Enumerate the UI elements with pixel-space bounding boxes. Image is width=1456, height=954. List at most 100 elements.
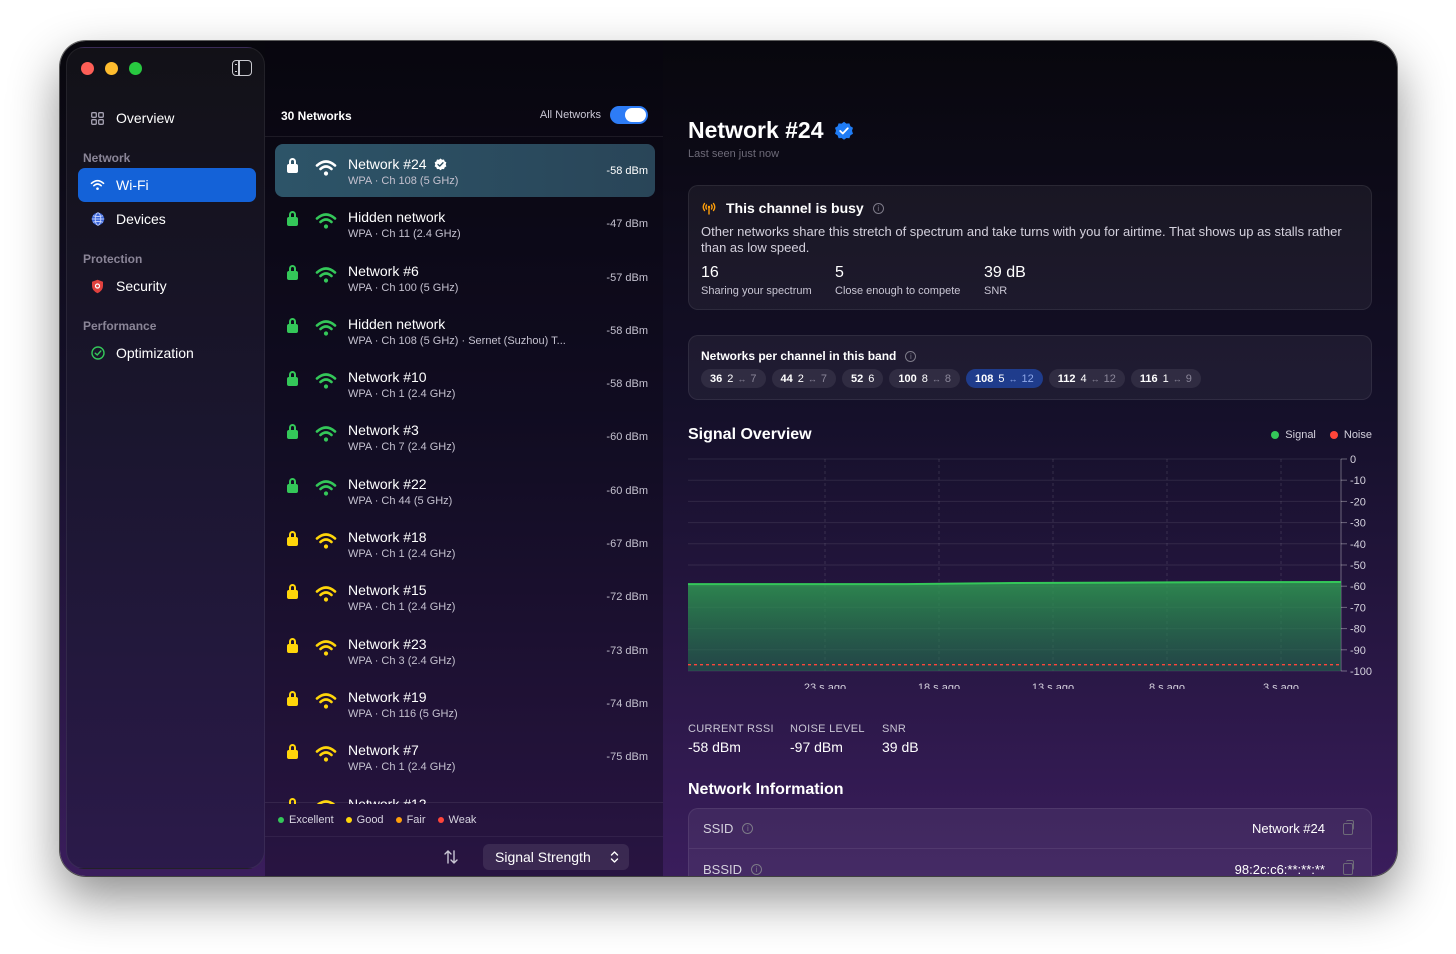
network-row[interactable]: Network #24 WPA · Ch 108 (5 GHz) -58 dBm: [275, 144, 655, 198]
network-name-text: Network #24: [348, 156, 427, 172]
legend-dot: [1271, 431, 1280, 439]
network-name-text: Network #10: [348, 369, 427, 386]
network-row[interactable]: Network #18 WPA · Ch 1 (2.4 GHz) -67 dBm: [275, 517, 655, 570]
sort-direction-icon[interactable]: [443, 849, 459, 865]
network-row[interactable]: Hidden network WPA · Ch 11 (2.4 GHz) -47 d…: [275, 197, 655, 250]
info-label: SSID: [703, 821, 734, 836]
grid-icon: [90, 111, 105, 126]
copy-icon[interactable]: [1343, 860, 1354, 875]
channel-number: 52: [851, 372, 864, 385]
network-row[interactable]: Network #15 WPA · Ch 1 (2.4 GHz) -72 dBm: [275, 570, 655, 623]
y-tick-label: 0: [1350, 454, 1356, 466]
network-name: Network #10: [348, 369, 427, 385]
network-signal-dbm: -58 dBm: [606, 378, 648, 391]
sidebar-item-devices[interactable]: Devices: [78, 202, 256, 236]
copy-icon[interactable]: [1343, 819, 1354, 835]
sidebar-item-security[interactable]: Security: [78, 269, 256, 303]
sidebar-item-label: Devices: [116, 211, 166, 227]
channel-chip[interactable]: 112 4 ↔ 12: [1048, 369, 1125, 388]
network-row[interactable]: Hidden network WPA · Ch 108 (5 GHz) · Ser…: [275, 304, 655, 357]
network-name: Network #15: [348, 582, 427, 598]
network-row[interactable]: Network #23 WPA · Ch 3 (2.4 GHz) -73 dBm: [275, 624, 655, 677]
stat-snr: 39 dB SNR: [984, 264, 1026, 297]
sidebar: Overview Network Wi-Fi Devices Protectio…: [66, 47, 265, 869]
lock-icon: [287, 211, 298, 227]
y-tick-label: -70: [1350, 602, 1366, 614]
wifi-signal-icon: [315, 213, 337, 229]
channel-chip[interactable]: 100 8 ↔ 8: [889, 369, 960, 388]
busy-header: This channel is busy i: [701, 200, 884, 216]
network-detail-pane: Network #24 Last seen just now This chan…: [663, 41, 1397, 876]
verified-badge-icon: [434, 158, 446, 170]
channel-chips: 36 2 ↔ 7 44 2 ↔ 7 52 6 100 8 ↔ 8 108 5 ↔ 12 112 4 ↔ 12 116 1 ↔ 9: [701, 369, 1207, 388]
minimize-window-button[interactable]: [105, 62, 118, 75]
lock-icon: [287, 531, 298, 547]
y-tick-label: -100: [1350, 666, 1372, 678]
metric-snr: SNR 39 dB: [882, 723, 919, 755]
stat-label: Close enough to compete: [835, 285, 961, 297]
info-row-ssid: SSID i Network #24: [689, 809, 1371, 849]
range-arrow-icon: ↔: [1008, 373, 1018, 384]
wifi-signal-icon: [315, 426, 337, 443]
sidebar-item-label: Security: [116, 278, 167, 294]
network-signal-dbm: -67 dBm: [606, 538, 648, 551]
metric-label: NOISE LEVEL: [790, 723, 865, 735]
chevron-updown-icon: [610, 851, 619, 863]
network-signal-dbm: -74 dBm: [606, 697, 648, 710]
network-row[interactable]: Network #7 WPA · Ch 1 (2.4 GHz) -75 dBm: [275, 730, 655, 783]
lock-icon: [287, 371, 298, 387]
sidebar-item-overview[interactable]: Overview: [78, 101, 256, 135]
info-icon[interactable]: i: [872, 202, 884, 214]
sidebar-item-optimization[interactable]: Optimization: [78, 336, 256, 370]
network-name: Network #3: [348, 422, 419, 438]
legend-item-fair: Fair: [395, 814, 426, 826]
channel-chip[interactable]: 36 2 ↔ 7: [701, 369, 766, 388]
chart-legend: Signal Noise: [1257, 429, 1372, 441]
legend-dot: [1329, 431, 1338, 439]
network-row[interactable]: Network #10 WPA · Ch 1 (2.4 GHz) -58 dBm: [275, 357, 655, 410]
wifi-icon: [90, 178, 105, 193]
channel-number: 44: [780, 372, 793, 385]
close-window-button[interactable]: [81, 62, 94, 75]
network-details: WPA · Ch 1 (2.4 GHz): [348, 761, 456, 774]
x-tick-label: 8 s ago: [1149, 682, 1185, 689]
sort-bar: Signal Strength: [265, 836, 663, 876]
network-name-text: Network #3: [348, 422, 419, 439]
lock-icon: [287, 317, 298, 333]
info-icon[interactable]: i: [905, 350, 917, 362]
network-row[interactable]: Network #6 WPA · Ch 100 (5 GHz) -57 dBm: [275, 251, 655, 304]
sidebar-toggle-icon[interactable]: [232, 60, 252, 76]
all-networks-label: All Networks: [539, 109, 601, 121]
channel-count: 6: [868, 372, 875, 385]
network-name-text: Hidden network: [348, 209, 446, 226]
all-networks-toggle[interactable]: [610, 106, 648, 124]
info-icon[interactable]: i: [742, 823, 754, 834]
info-icon[interactable]: i: [751, 863, 763, 875]
channel-range: 9: [1185, 372, 1192, 385]
sort-by-select[interactable]: Signal Strength: [483, 844, 629, 870]
channel-chip[interactable]: 52 6: [842, 369, 884, 388]
channel-number: 36: [710, 372, 723, 385]
zoom-window-button[interactable]: [129, 62, 142, 75]
channel-number: 112: [1057, 372, 1076, 385]
legend-dot: [437, 816, 444, 823]
antenna-signal-icon: [702, 202, 716, 215]
legend-dot: [278, 816, 284, 823]
network-row[interactable]: Network #22 WPA · Ch 44 (5 GHz) -60 dBm: [275, 464, 655, 517]
range-arrow-icon: ↔: [1172, 373, 1182, 384]
sidebar-item-label: Wi-Fi: [116, 177, 149, 193]
sidebar-section-network: Network: [83, 151, 131, 165]
channel-chip[interactable]: 108 5 ↔ 12: [965, 369, 1043, 388]
legend-item-noise: Noise: [1329, 429, 1372, 441]
network-row[interactable]: Network #3 WPA · Ch 7 (2.4 GHz) -60 dBm: [275, 410, 655, 463]
network-row[interactable]: Network #12: [275, 784, 655, 804]
channel-chip[interactable]: 116 1 ↔ 9: [1130, 369, 1201, 388]
info-value: Network #24: [1252, 821, 1325, 836]
network-signal-dbm: -57 dBm: [606, 271, 648, 284]
channel-chip[interactable]: 44 2 ↔ 7: [771, 369, 836, 388]
range-arrow-icon: ↔: [1090, 373, 1100, 384]
network-row[interactable]: Network #19 WPA · Ch 116 (5 GHz) -74 dBm: [275, 677, 655, 730]
sidebar-item-wifi[interactable]: Wi-Fi: [78, 168, 256, 202]
channels-title: Networks per channel in this band: [701, 349, 897, 363]
stat-value: 5: [835, 264, 844, 281]
